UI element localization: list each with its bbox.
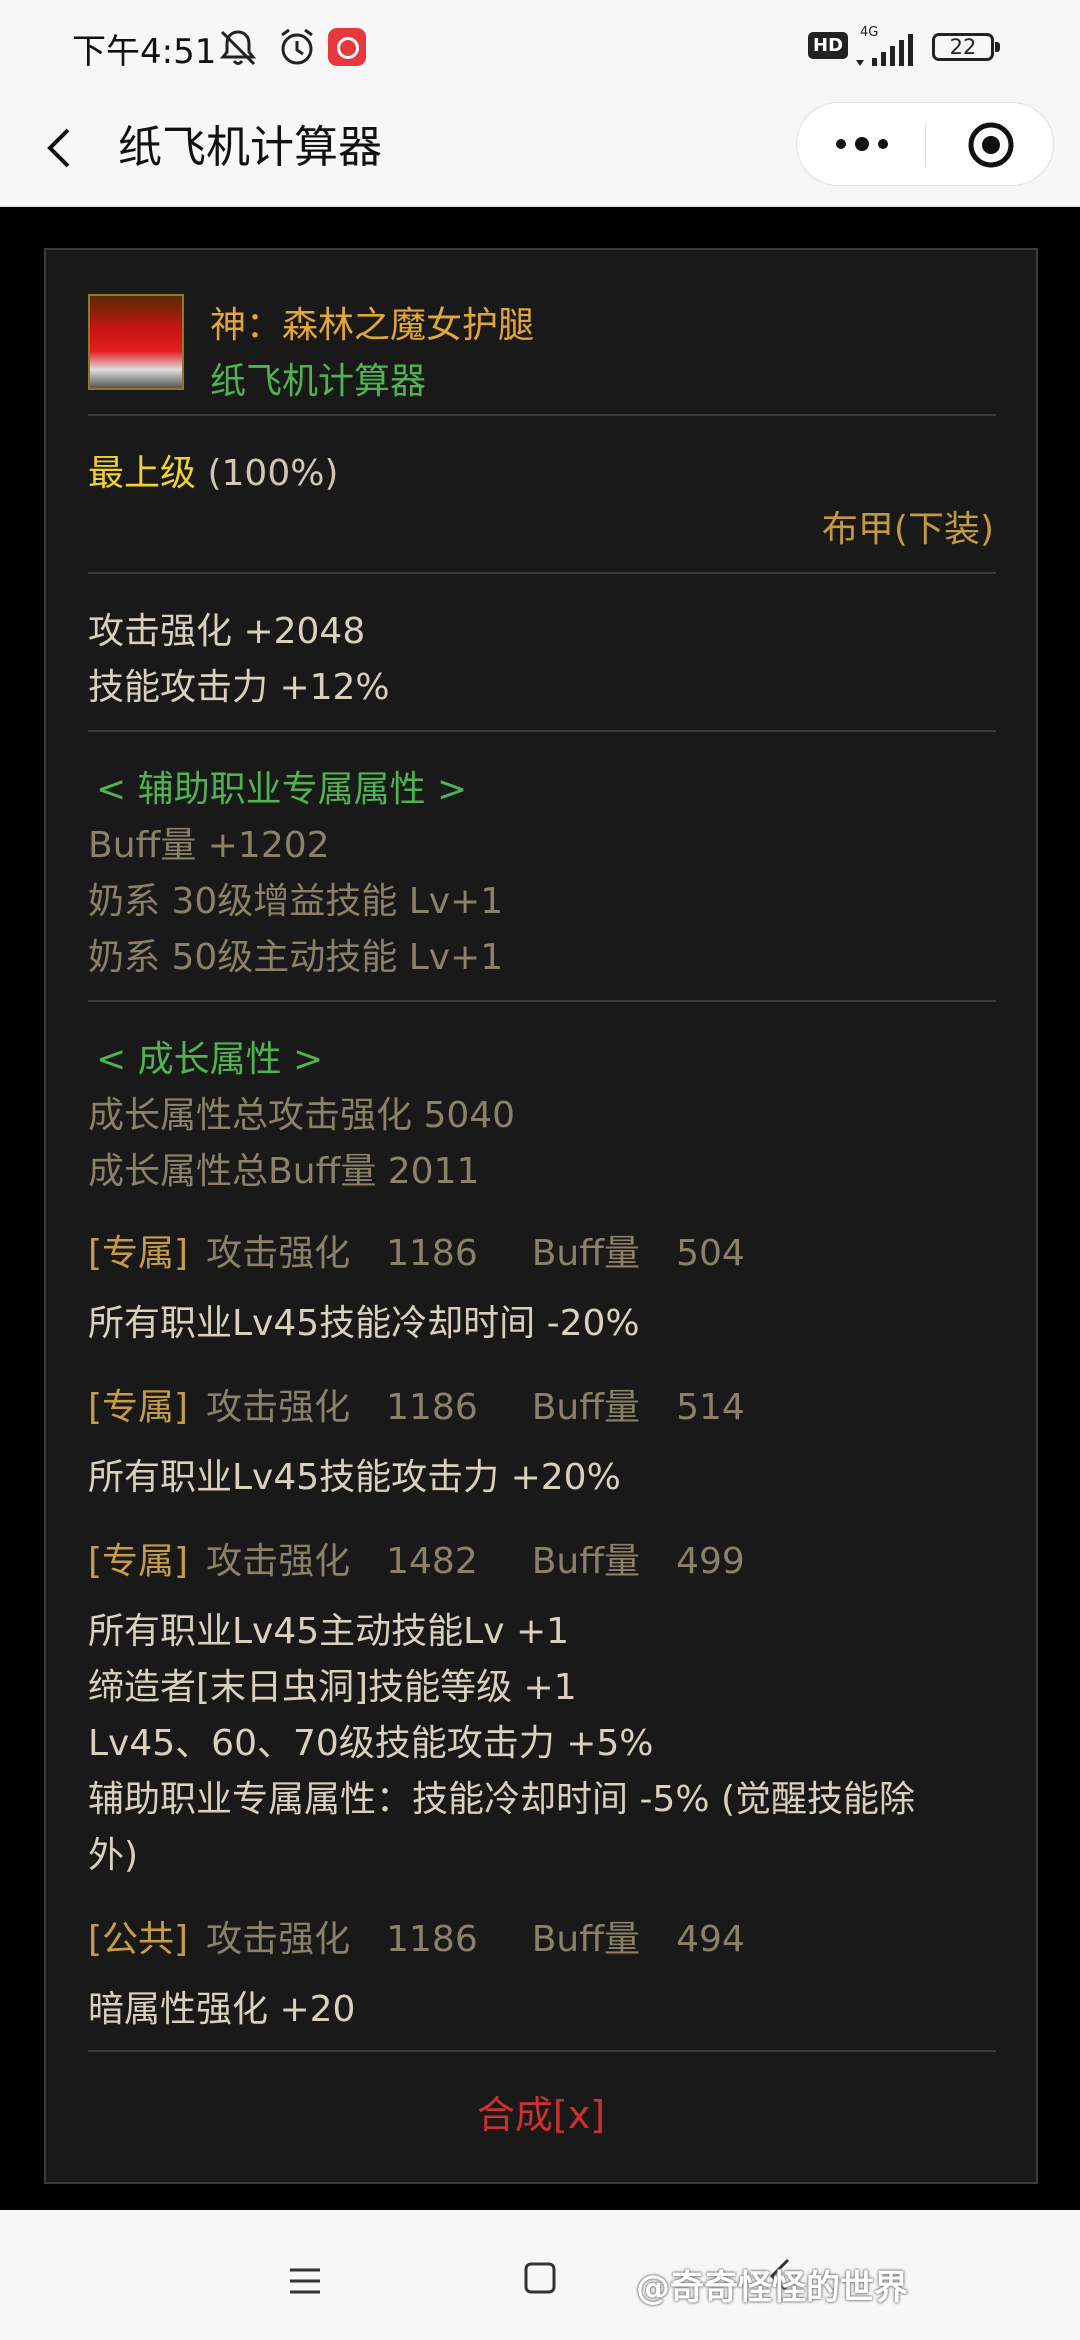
growth-effect: 缔造者[末日虫洞]技能等级 +1 bbox=[88, 1667, 577, 1708]
growth-effect: 辅助职业专属属性：技能冷却时间 -5% (觉醒技能除 bbox=[88, 1779, 916, 1820]
alarm-icon bbox=[281, 28, 313, 65]
buff-label: Buff量 bbox=[531, 1919, 641, 1960]
item-type: 布甲(下装) bbox=[821, 509, 994, 550]
atk-label: 攻击强化 bbox=[206, 1233, 351, 1274]
support-header: < 辅助职业专属属性 > bbox=[96, 769, 468, 810]
base-stat: 攻击强化 +2048 bbox=[88, 611, 366, 652]
atk-value: 1186 bbox=[386, 1919, 478, 1960]
page-title: 纸飞机计算器 bbox=[118, 122, 382, 173]
buff-value: 499 bbox=[676, 1541, 745, 1582]
atk-value: 1186 bbox=[386, 1387, 478, 1428]
growth-effect: 所有职业Lv45技能攻击力 +20% bbox=[88, 1457, 621, 1498]
divider bbox=[88, 572, 996, 574]
mute-bell-icon bbox=[219, 30, 257, 66]
buff-label: Buff量 bbox=[531, 1541, 641, 1582]
atk-label: 攻击强化 bbox=[206, 1541, 351, 1582]
divider bbox=[88, 730, 996, 732]
home-square-icon[interactable] bbox=[524, 2262, 556, 2294]
growth-effect: Lv45、60、70级技能攻击力 +5% bbox=[88, 1723, 654, 1764]
entry-tag: [公共] bbox=[88, 1919, 189, 1960]
support-line: 奶系 30级增益技能 Lv+1 bbox=[88, 881, 504, 922]
grade-label: 最上级 bbox=[88, 453, 197, 494]
growth-entry-stats: [专属] 攻击强化 1186 Buff量 514 bbox=[88, 1378, 745, 1430]
mini-program-capsule bbox=[796, 102, 1054, 186]
base-stat: 技能攻击力 +12% bbox=[88, 667, 390, 708]
support-line: Buff量 +1202 bbox=[88, 825, 330, 866]
growth-effect: 所有职业Lv45技能冷却时间 -20% bbox=[88, 1303, 640, 1344]
item-subtitle: 纸飞机计算器 bbox=[210, 361, 427, 402]
growth-effect: 所有职业Lv45主动技能Lv +1 bbox=[88, 1611, 570, 1652]
status-bar: 下午4:51 HD 4G 22 bbox=[0, 0, 1080, 98]
buff-label: Buff量 bbox=[531, 1233, 641, 1274]
buff-value: 504 bbox=[676, 1233, 745, 1274]
growth-line: 成长属性总Buff量 2011 bbox=[88, 1151, 480, 1192]
hd-icon: HD bbox=[808, 32, 849, 59]
growth-header: < 成长属性 > bbox=[96, 1039, 324, 1080]
chevron-left-icon[interactable] bbox=[40, 118, 80, 178]
watermark: @奇奇怪怪的世界 bbox=[636, 2268, 908, 2308]
buff-value: 514 bbox=[676, 1387, 745, 1428]
more-dots-icon[interactable] bbox=[833, 129, 891, 159]
growth-entry-stats: [专属] 攻击强化 1482 Buff量 499 bbox=[88, 1532, 745, 1584]
buff-value: 494 bbox=[676, 1919, 745, 1960]
system-nav-bar: @奇奇怪怪的世界 bbox=[0, 2210, 1080, 2340]
atk-value: 1482 bbox=[386, 1541, 478, 1582]
signal-icon: 4G bbox=[856, 25, 913, 66]
atk-label: 攻击强化 bbox=[206, 1387, 351, 1428]
craft-link[interactable]: 合成[x] bbox=[46, 2084, 1036, 2139]
entry-tag: [专属] bbox=[88, 1541, 189, 1582]
entry-tag: [专属] bbox=[88, 1387, 189, 1428]
growth-effect: 暗属性强化 +20 bbox=[88, 1989, 356, 2030]
growth-line: 成长属性总攻击强化 5040 bbox=[88, 1095, 516, 1136]
divider bbox=[88, 2050, 996, 2052]
growth-entry-stats: [专属] 攻击强化 1186 Buff量 504 bbox=[88, 1224, 745, 1276]
support-line: 奶系 50级主动技能 Lv+1 bbox=[88, 937, 504, 978]
capsule-divider bbox=[925, 123, 926, 167]
grade-line: 最上级 (100%) bbox=[88, 444, 338, 496]
network-label: 4G bbox=[860, 25, 878, 40]
nav-bar: 纸飞机计算器 bbox=[0, 98, 1080, 207]
buff-label: Buff量 bbox=[531, 1387, 641, 1428]
record-target-icon[interactable] bbox=[967, 121, 1015, 169]
item-name: 神：森林之魔女护腿 bbox=[210, 305, 535, 346]
atk-label: 攻击强化 bbox=[206, 1919, 351, 1960]
status-time: 下午4:51 bbox=[72, 32, 217, 72]
grade-percent: (100%) bbox=[207, 453, 339, 494]
battery-indicator: 22 bbox=[932, 33, 1000, 61]
item-thumbnail bbox=[88, 294, 184, 390]
divider bbox=[88, 1000, 996, 1002]
item-tooltip-card: 神：森林之魔女护腿 纸飞机计算器 最上级 (100%) 布甲(下装) 攻击强化 … bbox=[44, 248, 1038, 2184]
atk-value: 1186 bbox=[386, 1233, 478, 1274]
entry-tag: [专属] bbox=[88, 1233, 189, 1274]
divider bbox=[88, 414, 996, 416]
menu-icon[interactable] bbox=[288, 2266, 322, 2296]
app-notification-icon bbox=[328, 28, 366, 66]
growth-effect: 外) bbox=[88, 1835, 139, 1876]
growth-entry-stats: [公共] 攻击强化 1186 Buff量 494 bbox=[88, 1910, 745, 1962]
